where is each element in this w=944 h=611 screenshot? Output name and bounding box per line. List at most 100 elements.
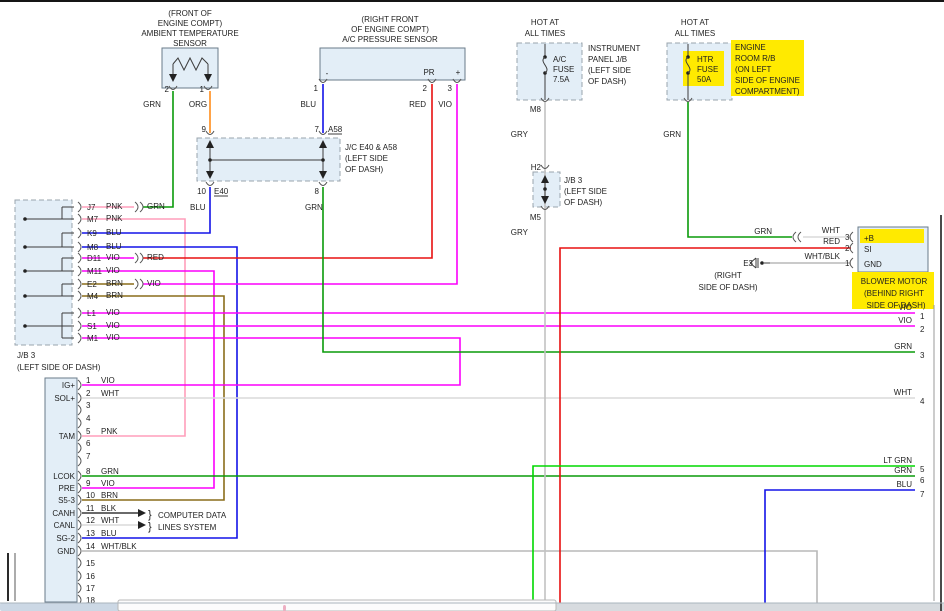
junction-dot-2 bbox=[23, 269, 27, 273]
jb3-left-connector-box bbox=[15, 200, 72, 345]
label-2: AMBIENT TEMPERATURE bbox=[141, 29, 238, 38]
pin-arc-icon-r0-9 bbox=[78, 321, 81, 331]
pin-arc-icon-r1-8 bbox=[78, 483, 81, 493]
label-127: LINES SYSTEM bbox=[158, 523, 217, 532]
junction-dot-0 bbox=[23, 217, 27, 221]
label-120: 15 bbox=[86, 559, 95, 568]
pin-arc-icon-r1-13 bbox=[78, 546, 81, 556]
label-140: BLU bbox=[896, 480, 912, 489]
junction-dot-1 bbox=[23, 245, 27, 249]
label-138: GRN bbox=[894, 466, 912, 475]
label-54: J/C E40 & A58 bbox=[345, 143, 398, 152]
wire-jc8-grn-right3 bbox=[323, 187, 915, 352]
pin-arc-icon-r1-2 bbox=[78, 405, 81, 415]
label-146: 2 bbox=[845, 244, 850, 253]
label-86: IG+ bbox=[62, 381, 75, 390]
label-18: SIDE OF ENGINE bbox=[735, 76, 800, 85]
wire-e2-vio-sensor bbox=[143, 84, 457, 284]
pin-arc-icon-r0-10 bbox=[78, 333, 81, 343]
label-59: J7 bbox=[87, 203, 96, 212]
label-80: S1 bbox=[87, 322, 97, 331]
wire-htr-grn-blower bbox=[688, 102, 792, 237]
label-68: D11 bbox=[87, 254, 102, 263]
label-16: ROOM R/B bbox=[735, 54, 775, 63]
label-26: M8 bbox=[530, 105, 542, 114]
label-31: OF DASH) bbox=[564, 198, 603, 207]
label-89: SOL+ bbox=[54, 394, 75, 403]
label-129: 1 bbox=[920, 312, 925, 321]
label-35: 2 bbox=[165, 85, 170, 94]
label-85: (LEFT SIDE OF DASH) bbox=[17, 363, 101, 372]
label-47: VIO bbox=[438, 100, 452, 109]
label-84: J/B 3 bbox=[17, 351, 36, 360]
label-44: 3 bbox=[448, 84, 453, 93]
label-64: K9 bbox=[87, 229, 97, 238]
label-106: 10 bbox=[86, 491, 95, 500]
label-113: WHT bbox=[101, 516, 119, 525]
chrome-rect-1 bbox=[556, 603, 944, 611]
label-33: GRY bbox=[511, 228, 529, 237]
label-36: 1 bbox=[200, 85, 205, 94]
pin-arc-icon-r2-1 bbox=[135, 253, 138, 263]
pin-arc-icon-r3-2 bbox=[140, 279, 143, 289]
label-95: 5 bbox=[86, 427, 91, 436]
junction-dot-3 bbox=[23, 294, 27, 298]
label-96: PNK bbox=[101, 427, 118, 436]
label-134: WHT bbox=[894, 388, 912, 397]
label-103: 9 bbox=[86, 479, 91, 488]
label-49: 7 bbox=[315, 125, 320, 134]
label-97: 6 bbox=[86, 439, 91, 448]
label-93: 4 bbox=[86, 414, 91, 423]
label-40: PR bbox=[423, 68, 434, 77]
pin-arc-icon-l0-1 bbox=[850, 243, 853, 253]
label-101: GRN bbox=[101, 467, 119, 476]
label-91: WHT bbox=[101, 389, 119, 398]
label-10: ALL TIMES bbox=[675, 29, 715, 38]
label-53: 8 bbox=[315, 187, 320, 196]
label-142: GRN bbox=[754, 227, 772, 236]
label-51: 10 bbox=[197, 187, 206, 196]
label-15: ENGINE bbox=[735, 43, 766, 52]
label-73: E2 bbox=[87, 280, 97, 289]
label-154: SIDE OF DASH) bbox=[698, 283, 757, 292]
label-22: 7.5A bbox=[553, 75, 570, 84]
pin-arc-icon-r2-0 bbox=[135, 202, 138, 212]
wire-blower-red bbox=[560, 248, 851, 611]
label-56: OF DASH) bbox=[345, 165, 384, 174]
wiring-diagram-screen: (FRONT OFENGINE COMPT)AMBIENT TEMPERATUR… bbox=[0, 0, 944, 611]
pin-arc-icon-r0-6 bbox=[78, 279, 81, 289]
label-13: (LEFT SIDE bbox=[588, 66, 631, 75]
label-102: PRE bbox=[59, 484, 75, 493]
label-3: SENSOR bbox=[173, 39, 207, 48]
pin-arc-icon-r1-15 bbox=[78, 571, 81, 581]
label-153: (RIGHT bbox=[714, 271, 742, 280]
pin-arc-icon-r0-0 bbox=[78, 202, 81, 212]
label-157: SIDE OF DASH) bbox=[866, 301, 925, 310]
label-1: ENGINE COMPT) bbox=[158, 19, 223, 28]
label-8: ALL TIMES bbox=[525, 29, 565, 38]
label-25: 50A bbox=[697, 75, 712, 84]
label-65: BLU bbox=[106, 228, 122, 237]
label-90: 2 bbox=[86, 389, 91, 398]
label-67: BLU bbox=[106, 242, 122, 251]
label-107: BRN bbox=[101, 491, 118, 500]
pin-arc-icon-r1-7 bbox=[78, 471, 81, 481]
pin-arc-icon-r0-2 bbox=[78, 228, 81, 238]
pin-arc-icon-r2-2 bbox=[135, 279, 138, 289]
label-105: S5-3 bbox=[58, 496, 75, 505]
label-132: GRN bbox=[894, 342, 912, 351]
pin-arc-icon-r1-12 bbox=[78, 533, 81, 543]
label-14: OF DASH) bbox=[588, 77, 627, 86]
label-149: +B bbox=[864, 234, 874, 243]
label-39: - bbox=[326, 69, 329, 78]
label-24: FUSE bbox=[697, 65, 718, 74]
label-114: SG-2 bbox=[56, 534, 75, 543]
label-126: COMPUTER DATA bbox=[158, 511, 227, 520]
label-112: 12 bbox=[86, 516, 95, 525]
wire-m1-vio-ig bbox=[82, 338, 460, 385]
label-143: WHT bbox=[822, 226, 840, 235]
label-9: HOT AT bbox=[681, 18, 709, 27]
label-152: E3 bbox=[743, 259, 753, 268]
label-61: GRN bbox=[147, 202, 165, 211]
label-38: ORG bbox=[189, 100, 207, 109]
